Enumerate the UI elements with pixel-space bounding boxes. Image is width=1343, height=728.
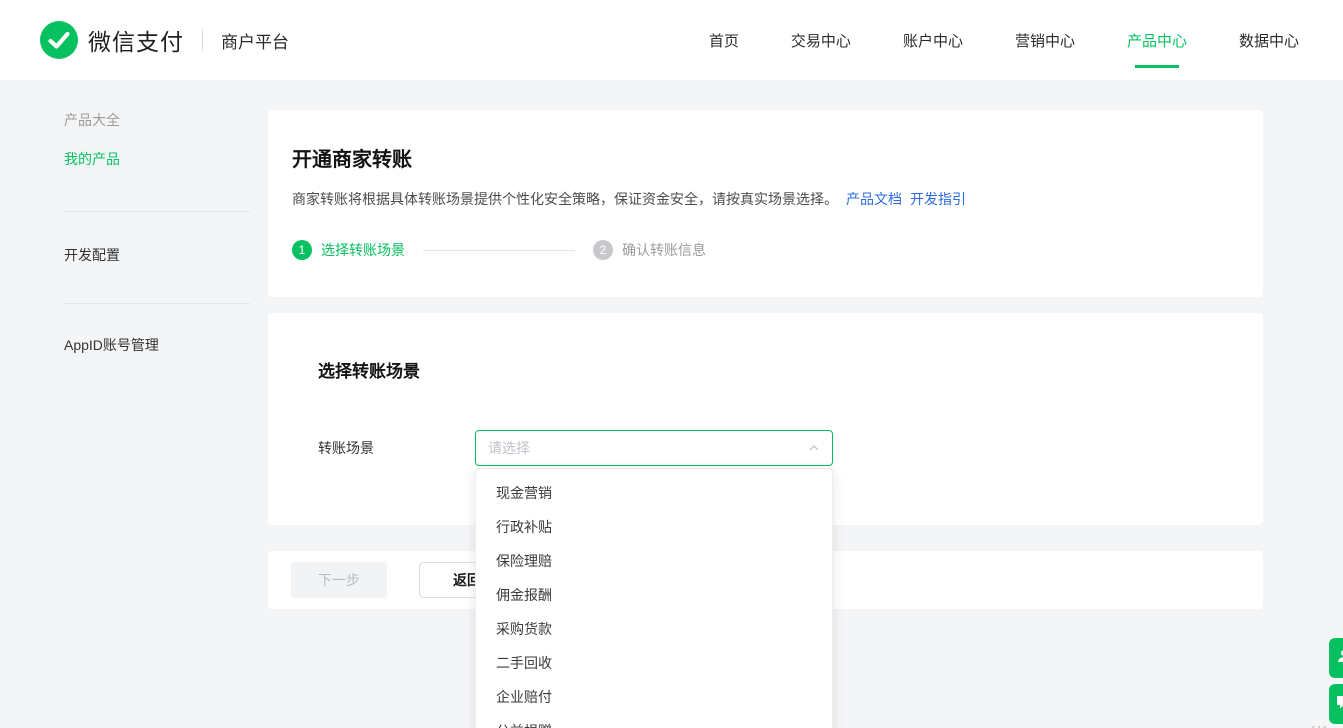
transfer-scene-select[interactable]: 请选择 现金营销 行政补贴 保险理赔 佣金报酬 采购货款 二手回收 企业赔付 [475, 430, 833, 466]
top-header: 微信支付 商户平台 首页 交易中心 账户中心 营销中心 产品中心 数据中心 [0, 0, 1343, 80]
intro-card: 开通商家转账 商家转账将根据具体转账场景提供个性化安全策略，保证资金安全，请按真… [268, 110, 1263, 297]
form-row: 转账场景 请选择 现金营销 行政补贴 保险理赔 佣金报酬 采购货款 二 [318, 430, 1213, 466]
main-nav: 首页 交易中心 账户中心 营销中心 产品中心 数据中心 [709, 0, 1299, 80]
dropdown-option-enterprise-compensation[interactable]: 企业赔付 [476, 680, 832, 714]
feedback-tab[interactable] [1329, 684, 1343, 724]
overflow-dots: … [1310, 712, 1330, 728]
step-1-label: 选择转账场景 [321, 240, 405, 260]
next-step-button[interactable]: 下一步 [291, 562, 387, 598]
step-1-badge: 1 [292, 240, 312, 260]
dropdown-option-cash-marketing[interactable]: 现金营销 [476, 476, 832, 510]
platform-title: 商户平台 [221, 28, 289, 53]
sidebar-divider [64, 303, 250, 304]
sidebar: 产品大全 我的产品 开发配置 AppID账号管理 [0, 80, 268, 609]
dev-guide-link[interactable]: 开发指引 [910, 191, 966, 207]
transfer-scene-dropdown: 现金营销 行政补贴 保险理赔 佣金报酬 采购货款 二手回收 企业赔付 公益捐赠 [475, 468, 833, 728]
dropdown-option-commission[interactable]: 佣金报酬 [476, 578, 832, 612]
step-2-label: 确认转账信息 [622, 240, 706, 260]
page-title: 开通商家转账 [292, 143, 1223, 172]
step-indicator: 1 选择转账场景 2 确认转账信息 [292, 240, 1223, 260]
header-divider [202, 29, 203, 51]
nav-item-product-center[interactable]: 产品中心 [1127, 0, 1187, 80]
dropdown-option-insurance-claim[interactable]: 保险理赔 [476, 544, 832, 578]
nav-item-account-center[interactable]: 账户中心 [903, 0, 963, 80]
sidebar-divider [64, 211, 250, 212]
nav-item-data-center[interactable]: 数据中心 [1239, 0, 1299, 80]
product-doc-link[interactable]: 产品文档 [846, 191, 902, 207]
dropdown-option-admin-subsidy[interactable]: 行政补贴 [476, 510, 832, 544]
customer-service-tab[interactable] [1329, 638, 1343, 678]
wechat-pay-logo-icon [40, 21, 78, 59]
page-body: 产品大全 我的产品 开发配置 AppID账号管理 开通商家转账 商家转账将根据具… [0, 80, 1343, 609]
select-placeholder: 请选择 [488, 438, 808, 458]
chat-icon [1335, 693, 1343, 716]
headset-icon [1335, 647, 1343, 670]
main-content: 开通商家转账 商家转账将根据具体转账场景提供个性化安全策略，保证资金安全，请按真… [268, 110, 1263, 609]
dropdown-option-procurement[interactable]: 采购货款 [476, 612, 832, 646]
dropdown-option-secondhand-recycle[interactable]: 二手回收 [476, 646, 832, 680]
sidebar-item-dev-config[interactable]: 开发配置 [64, 245, 268, 265]
transfer-scene-label: 转账场景 [318, 438, 475, 458]
nav-item-home[interactable]: 首页 [709, 0, 739, 80]
sidebar-item-my-products[interactable]: 我的产品 [64, 149, 268, 169]
form-section-title: 选择转账场景 [318, 357, 1213, 382]
brand-home-link[interactable]: 微信支付 [40, 21, 184, 59]
chevron-up-icon [808, 442, 820, 454]
intro-description: 商家转账将根据具体转账场景提供个性化安全策略，保证资金安全，请按真实场景选择。产… [292, 189, 1223, 209]
sidebar-item-product-catalog[interactable]: 产品大全 [64, 110, 268, 130]
step-connector [423, 250, 575, 251]
nav-item-marketing-center[interactable]: 营销中心 [1015, 0, 1075, 80]
dropdown-option-charity-donation[interactable]: 公益捐赠 [476, 714, 832, 728]
brand-name: 微信支付 [88, 23, 184, 57]
nav-item-trade-center[interactable]: 交易中心 [791, 0, 851, 80]
form-card: 选择转账场景 转账场景 请选择 现金营销 行政补贴 保险理赔 佣金报酬 [268, 313, 1263, 525]
sidebar-item-appid-management[interactable]: AppID账号管理 [64, 335, 268, 355]
step-2-badge: 2 [593, 240, 613, 260]
intro-description-text: 商家转账将根据具体转账场景提供个性化安全策略，保证资金安全，请按真实场景选择。 [292, 191, 838, 207]
